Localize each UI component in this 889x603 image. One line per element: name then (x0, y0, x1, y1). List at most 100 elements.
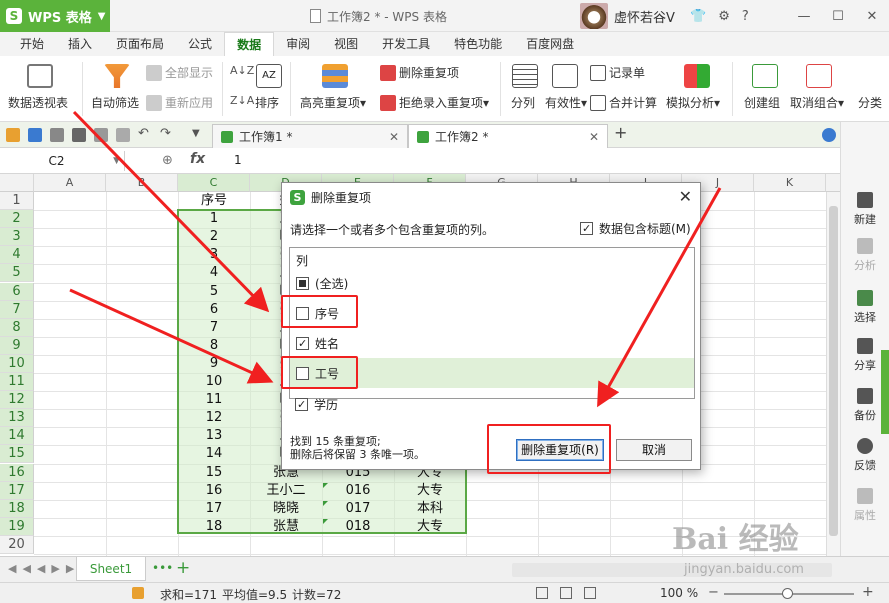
close-icon[interactable]: ✕ (855, 9, 889, 24)
app-menu-button[interactable]: S WPS 表格 ▼ (0, 0, 110, 32)
cell-job-id[interactable]: 017 (322, 500, 394, 518)
skin-icon[interactable]: 👕 (690, 9, 706, 24)
cell-seq[interactable]: 8 (178, 337, 250, 355)
save-icon[interactable] (28, 128, 42, 142)
zoom-level[interactable]: 100 % (660, 586, 698, 600)
row-header[interactable]: 10 (0, 354, 34, 373)
redo-icon[interactable]: ↷ (160, 126, 174, 141)
panel-new[interactable]: 新建 (841, 192, 889, 227)
print-preview-icon[interactable] (94, 128, 108, 142)
sort-ascending-icon[interactable]: A↓Z (230, 64, 254, 77)
sheet-tab-sheet1[interactable]: Sheet1 (76, 557, 146, 581)
tab-formula[interactable]: 公式 (176, 32, 224, 56)
sheet-nav-arrows[interactable]: ◀◀◀▶▶ (8, 562, 80, 575)
format-painter-icon[interactable] (116, 128, 130, 142)
add-sheet-icon[interactable]: + (176, 558, 190, 578)
cell-seq[interactable]: 6 (178, 301, 250, 319)
close-tab-icon[interactable]: ✕ (389, 130, 399, 144)
column-header-k[interactable]: K (754, 174, 826, 192)
zoom-formula-icon[interactable]: ⊕ (162, 153, 173, 168)
remove-duplicates-button[interactable]: 删除重复项 (380, 64, 459, 81)
tab-home[interactable]: 开始 (8, 32, 56, 56)
show-all-button[interactable]: 全部显示 (146, 64, 213, 81)
row-header[interactable]: 8 (0, 318, 34, 337)
row-header[interactable]: 11 (0, 373, 34, 392)
validity-button[interactable]: 有效性 ▾ (545, 94, 587, 111)
checkbox-checked[interactable] (580, 222, 593, 235)
tab-features[interactable]: 特色功能 (442, 32, 514, 56)
page-break-view-icon[interactable] (560, 587, 572, 599)
cloud-icon[interactable] (822, 128, 836, 142)
fx-icon[interactable]: fx (190, 151, 205, 167)
cell-seq[interactable]: 13 (178, 427, 250, 445)
cell-seq[interactable]: 15 (178, 464, 250, 482)
cell-seq[interactable]: 10 (178, 373, 250, 391)
user-account[interactable]: 虚怀若谷V (580, 2, 675, 30)
list-item-name[interactable]: 姓名 (290, 328, 694, 358)
row-header[interactable]: 5 (0, 264, 34, 283)
help-icon[interactable]: ? (742, 9, 749, 24)
column-header-a[interactable]: A (34, 174, 106, 192)
has-header-checkbox[interactable]: 数据包含标题(M) (580, 220, 691, 237)
cell-job-id[interactable]: 018 (322, 518, 394, 536)
cell-seq[interactable]: 4 (178, 264, 250, 282)
subtotal-button[interactable]: 分类 (858, 94, 882, 111)
macro-icon[interactable] (132, 587, 144, 599)
panel-properties[interactable]: 属性 (841, 488, 889, 523)
scroll-thumb[interactable] (829, 206, 838, 536)
row-header[interactable]: 18 (0, 499, 34, 518)
ungroup-button[interactable]: 取消组合 ▾ (790, 94, 844, 111)
row-header[interactable]: 20 (0, 535, 34, 554)
cell-name[interactable]: 张慧 (250, 518, 322, 536)
checkbox-partial[interactable] (296, 276, 309, 290)
highlight-duplicates-button[interactable]: 高亮重复项 ▾ (300, 94, 366, 111)
zoom-out-icon[interactable]: − (708, 585, 719, 600)
export-pdf-icon[interactable] (50, 128, 64, 142)
minimize-icon[interactable]: — (787, 9, 821, 24)
cell-education[interactable]: 大专 (394, 482, 466, 500)
normal-view-icon[interactable] (536, 587, 548, 599)
checkbox-checked[interactable] (295, 397, 308, 411)
reject-duplicates-button[interactable]: 拒绝录入重复项 ▾ (380, 94, 489, 111)
cell-seq[interactable]: 16 (178, 482, 250, 500)
cell-job-id[interactable]: 016 (322, 482, 394, 500)
vertical-scrollbar[interactable] (826, 192, 840, 556)
row-header[interactable]: 7 (0, 300, 34, 319)
print-icon[interactable] (72, 128, 86, 142)
panel-toggle-handle[interactable] (881, 350, 889, 434)
cell-seq[interactable]: 18 (178, 518, 250, 536)
tab-page-layout[interactable]: 页面布局 (104, 32, 176, 56)
row-header[interactable]: 15 (0, 445, 34, 464)
cell-seq[interactable]: 1 (178, 210, 250, 228)
row-header[interactable]: 19 (0, 517, 34, 536)
undo-icon[interactable]: ↶ (138, 126, 152, 141)
row-header[interactable]: 16 (0, 463, 34, 482)
row-header[interactable]: 9 (0, 336, 34, 355)
cell-name[interactable]: 晓晓 (250, 500, 322, 518)
cell-seq[interactable]: 3 (178, 246, 250, 264)
doc-tab-workbook1[interactable]: 工作簿1 * ✕ (212, 124, 408, 148)
cell-c1-header[interactable]: 序号 (178, 192, 250, 210)
checkbox-checked[interactable] (296, 336, 309, 350)
formula-input[interactable]: 1 (234, 153, 242, 167)
cell-education[interactable]: 本科 (394, 500, 466, 518)
cell-seq[interactable]: 11 (178, 391, 250, 409)
tab-baidu-disk[interactable]: 百度网盘 (514, 32, 586, 56)
record-form-button[interactable]: 记录单 (590, 64, 645, 81)
row-header[interactable]: 12 (0, 391, 34, 410)
panel-feedback[interactable]: 反馈 (841, 438, 889, 473)
cell-name[interactable]: 王小二 (250, 482, 322, 500)
list-item-select-all[interactable]: (全选) (290, 268, 694, 298)
row-header[interactable]: 4 (0, 246, 34, 265)
create-group-button[interactable]: 创建组 (744, 94, 780, 111)
row-header[interactable]: 17 (0, 481, 34, 500)
sort-descending-icon[interactable]: Z↓A (230, 94, 254, 107)
list-item-education-visible[interactable]: 学历 (289, 389, 695, 419)
cancel-button[interactable]: 取消 (616, 439, 692, 461)
split-column-button[interactable]: 分列 (511, 94, 535, 111)
cell-seq[interactable]: 14 (178, 445, 250, 463)
new-tab-icon[interactable]: + (614, 123, 628, 142)
cell-seq[interactable]: 17 (178, 500, 250, 518)
page-layout-view-icon[interactable] (584, 587, 596, 599)
zoom-in-icon[interactable]: + (862, 584, 874, 600)
